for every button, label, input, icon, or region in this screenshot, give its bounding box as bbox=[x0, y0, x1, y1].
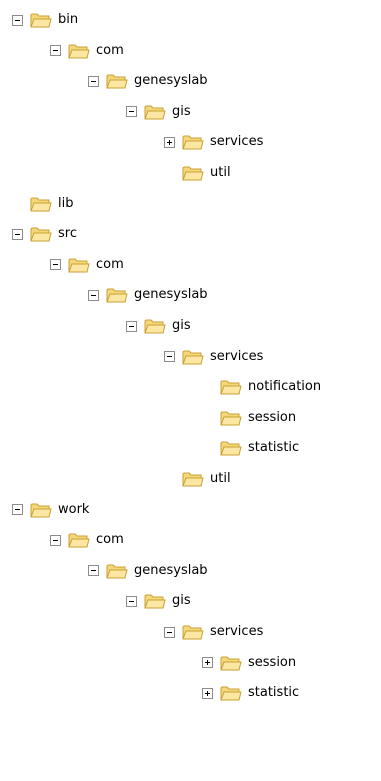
folder-icon bbox=[144, 317, 166, 335]
minus-box-icon[interactable] bbox=[164, 626, 175, 638]
tree-node-label[interactable]: bin bbox=[58, 11, 78, 29]
tree-node-com[interactable]: com bbox=[50, 36, 124, 66]
minus-box-icon[interactable] bbox=[50, 534, 61, 546]
tree-node-label[interactable]: work bbox=[58, 501, 89, 519]
tree-node-label[interactable]: gis bbox=[172, 592, 191, 610]
tree-node-session[interactable]: session bbox=[202, 648, 296, 678]
tree-node-util[interactable]: util bbox=[164, 464, 231, 494]
tree-node-label[interactable]: src bbox=[58, 225, 77, 243]
minus-box-icon[interactable] bbox=[12, 504, 23, 516]
plus-box-icon[interactable] bbox=[202, 687, 213, 699]
tree-node-label[interactable]: genesyslab bbox=[134, 286, 208, 304]
tree-node-services[interactable]: services bbox=[164, 342, 263, 372]
folder-tree: bin com genesyslab gis services util lib src com… bbox=[0, 0, 381, 781]
tree-node-label[interactable]: util bbox=[210, 164, 231, 182]
tree-node-src[interactable]: src bbox=[12, 219, 77, 249]
tree-node-label[interactable]: statistic bbox=[248, 439, 299, 457]
folder-icon bbox=[220, 409, 242, 427]
tree-node-lib[interactable]: lib bbox=[12, 189, 73, 219]
tree-node-util[interactable]: util bbox=[164, 158, 231, 188]
folder-icon bbox=[106, 286, 128, 304]
tree-node-services[interactable]: services bbox=[164, 617, 263, 647]
tree-node-label[interactable]: com bbox=[96, 256, 124, 274]
folder-icon bbox=[30, 225, 52, 243]
folder-icon bbox=[220, 378, 242, 396]
tree-node-label[interactable]: services bbox=[210, 348, 263, 366]
tree-node-label[interactable]: gis bbox=[172, 317, 191, 335]
minus-box-icon[interactable] bbox=[88, 289, 99, 301]
tree-node-genesyslab[interactable]: genesyslab bbox=[88, 280, 208, 310]
tree-node-label[interactable]: lib bbox=[58, 195, 73, 213]
tree-node-bin[interactable]: bin bbox=[12, 5, 78, 35]
minus-box-icon[interactable] bbox=[50, 45, 61, 57]
tree-node-com[interactable]: com bbox=[50, 525, 124, 555]
folder-icon bbox=[220, 439, 242, 457]
plus-box-icon[interactable] bbox=[202, 657, 213, 669]
tree-node-label[interactable]: com bbox=[96, 42, 124, 60]
minus-box-icon[interactable] bbox=[126, 595, 137, 607]
folder-icon bbox=[182, 623, 204, 641]
folder-icon bbox=[220, 654, 242, 672]
tree-node-label[interactable]: notification bbox=[248, 378, 321, 396]
tree-node-label[interactable]: statistic bbox=[248, 684, 299, 702]
tree-node-session[interactable]: session bbox=[202, 403, 296, 433]
tree-node-genesyslab[interactable]: genesyslab bbox=[88, 556, 208, 586]
tree-node-label[interactable]: genesyslab bbox=[134, 72, 208, 90]
minus-box-icon[interactable] bbox=[12, 14, 23, 26]
plus-box-icon[interactable] bbox=[164, 136, 175, 148]
folder-icon bbox=[182, 164, 204, 182]
minus-box-icon[interactable] bbox=[12, 228, 23, 240]
folder-icon bbox=[182, 348, 204, 366]
folder-icon bbox=[30, 11, 52, 29]
tree-node-label[interactable]: gis bbox=[172, 103, 191, 121]
tree-node-statistic[interactable]: statistic bbox=[202, 433, 299, 463]
tree-node-label[interactable]: session bbox=[248, 654, 296, 672]
tree-node-label[interactable]: services bbox=[210, 133, 263, 151]
minus-box-icon[interactable] bbox=[50, 259, 61, 271]
folder-icon bbox=[220, 684, 242, 702]
folder-icon bbox=[144, 103, 166, 121]
tree-node-notification[interactable]: notification bbox=[202, 372, 321, 402]
folder-icon bbox=[182, 133, 204, 151]
folder-icon bbox=[30, 195, 52, 213]
folder-icon bbox=[182, 470, 204, 488]
minus-box-icon[interactable] bbox=[88, 565, 99, 577]
folder-icon bbox=[68, 42, 90, 60]
tree-node-com[interactable]: com bbox=[50, 250, 124, 280]
tree-node-work[interactable]: work bbox=[12, 495, 89, 525]
tree-node-gis[interactable]: gis bbox=[126, 97, 191, 127]
folder-icon bbox=[144, 592, 166, 610]
minus-box-icon[interactable] bbox=[164, 351, 175, 363]
folder-icon bbox=[106, 72, 128, 90]
minus-box-icon[interactable] bbox=[126, 320, 137, 332]
folder-icon bbox=[30, 501, 52, 519]
tree-node-services[interactable]: services bbox=[164, 127, 263, 157]
folder-icon bbox=[106, 562, 128, 580]
tree-node-gis[interactable]: gis bbox=[126, 311, 191, 341]
folder-icon bbox=[68, 256, 90, 274]
tree-node-label[interactable]: services bbox=[210, 623, 263, 641]
tree-node-label[interactable]: com bbox=[96, 531, 124, 549]
folder-icon bbox=[68, 531, 90, 549]
tree-node-label[interactable]: util bbox=[210, 470, 231, 488]
tree-node-gis[interactable]: gis bbox=[126, 586, 191, 616]
tree-node-genesyslab[interactable]: genesyslab bbox=[88, 66, 208, 96]
tree-node-label[interactable]: genesyslab bbox=[134, 562, 208, 580]
minus-box-icon[interactable] bbox=[88, 75, 99, 87]
tree-node-statistic[interactable]: statistic bbox=[202, 678, 299, 708]
minus-box-icon[interactable] bbox=[126, 106, 137, 118]
tree-node-label[interactable]: session bbox=[248, 409, 296, 427]
